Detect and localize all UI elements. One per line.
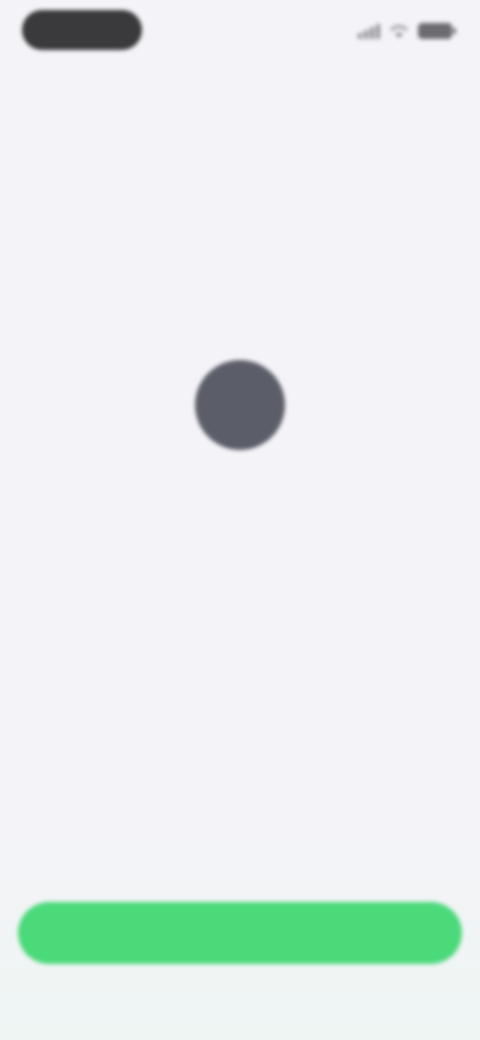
- avatar: [195, 360, 285, 450]
- status-icons: [358, 20, 456, 42]
- intro-section: [0, 360, 480, 584]
- intro-headline: [35, 520, 445, 550]
- cellular-signal-icon: [358, 23, 380, 39]
- status-bar: [0, 0, 480, 62]
- battery-icon: [418, 23, 456, 39]
- status-time: [22, 10, 142, 50]
- primary-action-button[interactable]: [18, 902, 462, 964]
- wifi-icon: [390, 25, 408, 38]
- intro-subtext: [50, 568, 430, 584]
